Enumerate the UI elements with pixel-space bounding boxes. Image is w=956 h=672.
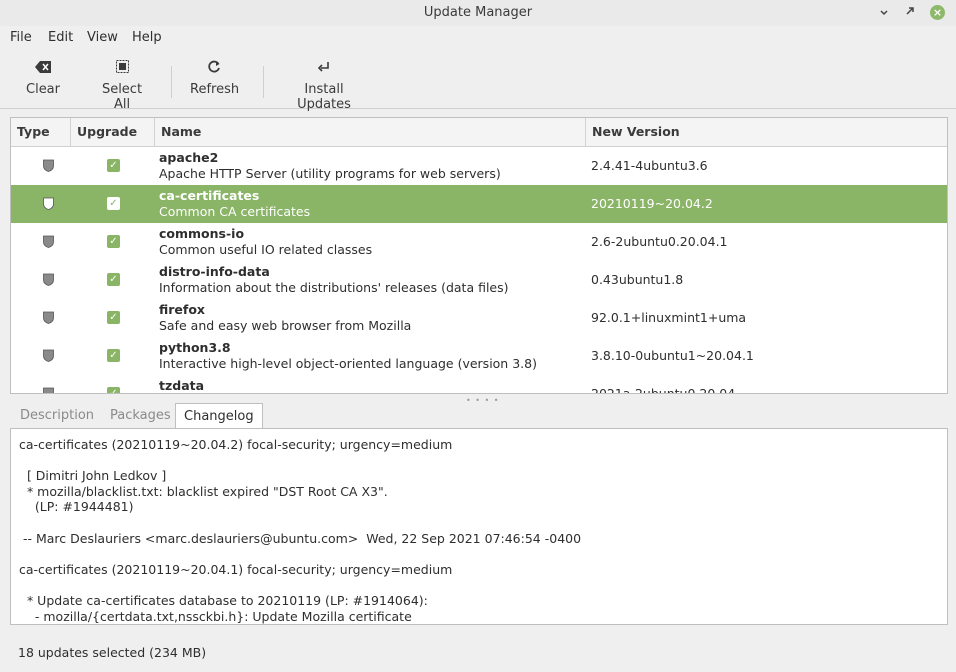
table-row[interactable]: ✓ firefox Safe and easy web browser from M… (11, 299, 947, 337)
changelog-line: [ Dimitri John Ledkov ] (19, 468, 167, 484)
install-updates-button[interactable]: Install Updates (277, 60, 371, 112)
column-header-upgrade[interactable]: Upgrade (71, 118, 155, 146)
package-description: Safe and easy web browser from Mozilla (159, 318, 412, 333)
security-shield-icon (43, 197, 54, 210)
upgrade-checkbox[interactable]: ✓ (107, 273, 120, 286)
package-version: 20210119~20.04.2 (591, 196, 713, 211)
package-version: 92.0.1+linuxmint1+uma (591, 310, 747, 325)
toolbar: Clear Select All Refresh Install Updates (0, 50, 956, 112)
upgrade-checkbox[interactable]: ✓ (107, 197, 120, 210)
package-description: Interactive high-level object-oriented l… (159, 356, 537, 371)
table-row[interactable]: ✓ distro-info-data Information about the d… (11, 261, 947, 299)
toolbar-separator (263, 66, 264, 98)
security-shield-icon (43, 159, 54, 172)
status-text: 18 updates selected (234 MB) (18, 645, 207, 660)
package-name: commons-io (159, 226, 245, 241)
changelog-line: -- Marc Deslauriers <marc.deslauriers@ub… (19, 530, 582, 546)
table-row[interactable]: ✓ python3.8 Interactive high-level object-… (11, 337, 947, 375)
menu-bar: File Edit View Help (0, 26, 956, 50)
details-tabs: Description Packages Changelog (10, 403, 948, 429)
select-all-icon (92, 60, 152, 78)
list-scroll-edge (11, 393, 948, 394)
list-header: Type Upgrade Name New Version (11, 118, 947, 147)
package-description: Common useful IO related classes (159, 242, 373, 257)
package-name: distro-info-data (159, 264, 270, 279)
menu-file[interactable]: File (10, 30, 32, 45)
package-name: firefox (159, 302, 205, 317)
changelog-line: * mozilla/blacklist.txt: blacklist expir… (19, 483, 388, 499)
package-description: Apache HTTP Server (utility programs for… (159, 166, 501, 181)
package-name: ca-certificates (159, 188, 260, 203)
title-bar[interactable]: Update Manager × (0, 0, 956, 26)
security-shield-icon (43, 235, 54, 248)
upgrade-checkbox[interactable]: ✓ (107, 159, 120, 172)
tab-description[interactable]: Description (12, 403, 102, 428)
toolbar-separator (171, 66, 172, 98)
refresh-button[interactable]: Refresh (190, 60, 239, 97)
minimize-icon[interactable] (876, 5, 892, 21)
changelog-line: * Update ca-certificates database to 202… (19, 593, 428, 608)
clear-button[interactable]: Clear (26, 60, 60, 97)
changelog-line: - mozilla/{certdata.txt,nssckbi.h}: Upda… (19, 608, 412, 624)
package-description: Common CA certificates (159, 204, 311, 219)
clear-icon (26, 60, 60, 78)
select-all-button[interactable]: Select All (92, 60, 152, 112)
security-shield-icon (43, 349, 54, 362)
column-header-new-version[interactable]: New Version (586, 118, 947, 146)
close-icon[interactable]: × (930, 5, 945, 20)
package-description: Information about the distributions' rel… (159, 280, 509, 295)
changelog-line: (LP: #1944481) (19, 499, 134, 515)
column-header-type[interactable]: Type (11, 118, 71, 146)
menu-edit[interactable]: Edit (48, 30, 73, 45)
update-manager-window: Update Manager × File Edit View Help Cle… (0, 0, 956, 672)
table-row[interactable]: ✓ ca-certificates Common CA certificates 20… (11, 185, 947, 223)
tab-packages[interactable]: Packages (102, 403, 179, 428)
package-version: 2.4.41-4ubuntu3.6 (591, 158, 708, 173)
menu-view[interactable]: View (87, 30, 118, 45)
security-shield-icon (43, 311, 54, 324)
package-version: 3.8.10-0ubuntu1~20.04.1 (591, 348, 754, 363)
package-name: tzdata (159, 378, 205, 393)
maximize-icon[interactable] (902, 5, 918, 21)
table-row[interactable]: ✓ apache2 Apache HTTP Server (utility prog… (11, 147, 947, 185)
install-icon (277, 60, 371, 78)
package-name: python3.8 (159, 340, 231, 355)
upgrade-checkbox[interactable]: ✓ (107, 311, 120, 324)
tab-changelog[interactable]: Changelog (175, 403, 263, 429)
package-version: 2.6-2ubuntu0.20.04.1 (591, 234, 728, 249)
window-title: Update Manager (423, 5, 533, 20)
updates-list[interactable]: Type Upgrade Name New Version ✓ apache2 Ap… (10, 117, 948, 394)
table-row[interactable]: ✓ commons-io Common useful IO related clas… (11, 223, 947, 261)
package-version: 0.43ubuntu1.8 (591, 272, 684, 287)
upgrade-checkbox[interactable]: ✓ (107, 349, 120, 362)
package-name: apache2 (159, 150, 219, 165)
upgrade-checkbox[interactable]: ✓ (107, 235, 120, 248)
changelog-line: ca-certificates (20210119~20.04.1) focal… (19, 561, 453, 577)
column-header-name[interactable]: Name (155, 118, 586, 146)
table-row[interactable]: ✓ tzdata 2021a-2ubuntu0.20.04 (11, 375, 947, 393)
changelog-panel[interactable]: ca-certificates (20210119~20.04.2) focal… (10, 428, 948, 625)
menu-help[interactable]: Help (132, 30, 162, 45)
security-shield-icon (43, 273, 54, 286)
changelog-line: ca-certificates (20210119~20.04.2) focal… (19, 437, 453, 452)
refresh-icon (190, 60, 238, 78)
